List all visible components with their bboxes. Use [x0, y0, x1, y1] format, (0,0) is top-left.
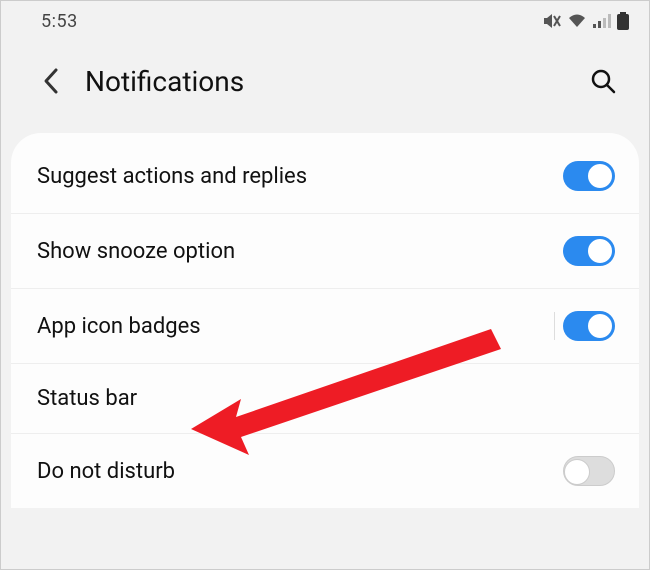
- toggle-app-icon-badges[interactable]: [563, 311, 615, 341]
- settings-list: Suggest actions and replies Show snooze …: [11, 133, 639, 508]
- row-suggest-actions[interactable]: Suggest actions and replies: [11, 139, 639, 214]
- toggle-show-snooze[interactable]: [563, 236, 615, 266]
- battery-icon: [617, 12, 629, 30]
- divider: [554, 312, 555, 340]
- row-status-bar[interactable]: Status bar: [11, 364, 639, 434]
- app-header: Notifications: [1, 41, 649, 121]
- row-label: Status bar: [37, 386, 137, 411]
- search-button[interactable]: [585, 63, 621, 99]
- row-show-snooze[interactable]: Show snooze option: [11, 214, 639, 289]
- toggle-group: [554, 311, 615, 341]
- wifi-icon: [567, 13, 587, 29]
- chevron-left-icon: [42, 67, 60, 95]
- toggle-do-not-disturb[interactable]: [563, 456, 615, 486]
- search-icon: [590, 68, 616, 94]
- toggle-suggest-actions[interactable]: [563, 161, 615, 191]
- system-status-bar: 5:53: [1, 1, 649, 41]
- row-app-icon-badges[interactable]: App icon badges: [11, 289, 639, 364]
- mute-icon: [543, 13, 561, 29]
- row-do-not-disturb[interactable]: Do not disturb: [11, 434, 639, 508]
- clock: 5:53: [41, 11, 78, 32]
- row-label: Suggest actions and replies: [37, 164, 307, 189]
- row-label: Do not disturb: [37, 459, 175, 484]
- signal-icon: [593, 13, 611, 29]
- row-label: Show snooze option: [37, 239, 235, 264]
- status-icons: [543, 12, 629, 30]
- back-button[interactable]: [35, 65, 67, 97]
- page-title: Notifications: [85, 65, 585, 98]
- row-label: App icon badges: [37, 314, 201, 339]
